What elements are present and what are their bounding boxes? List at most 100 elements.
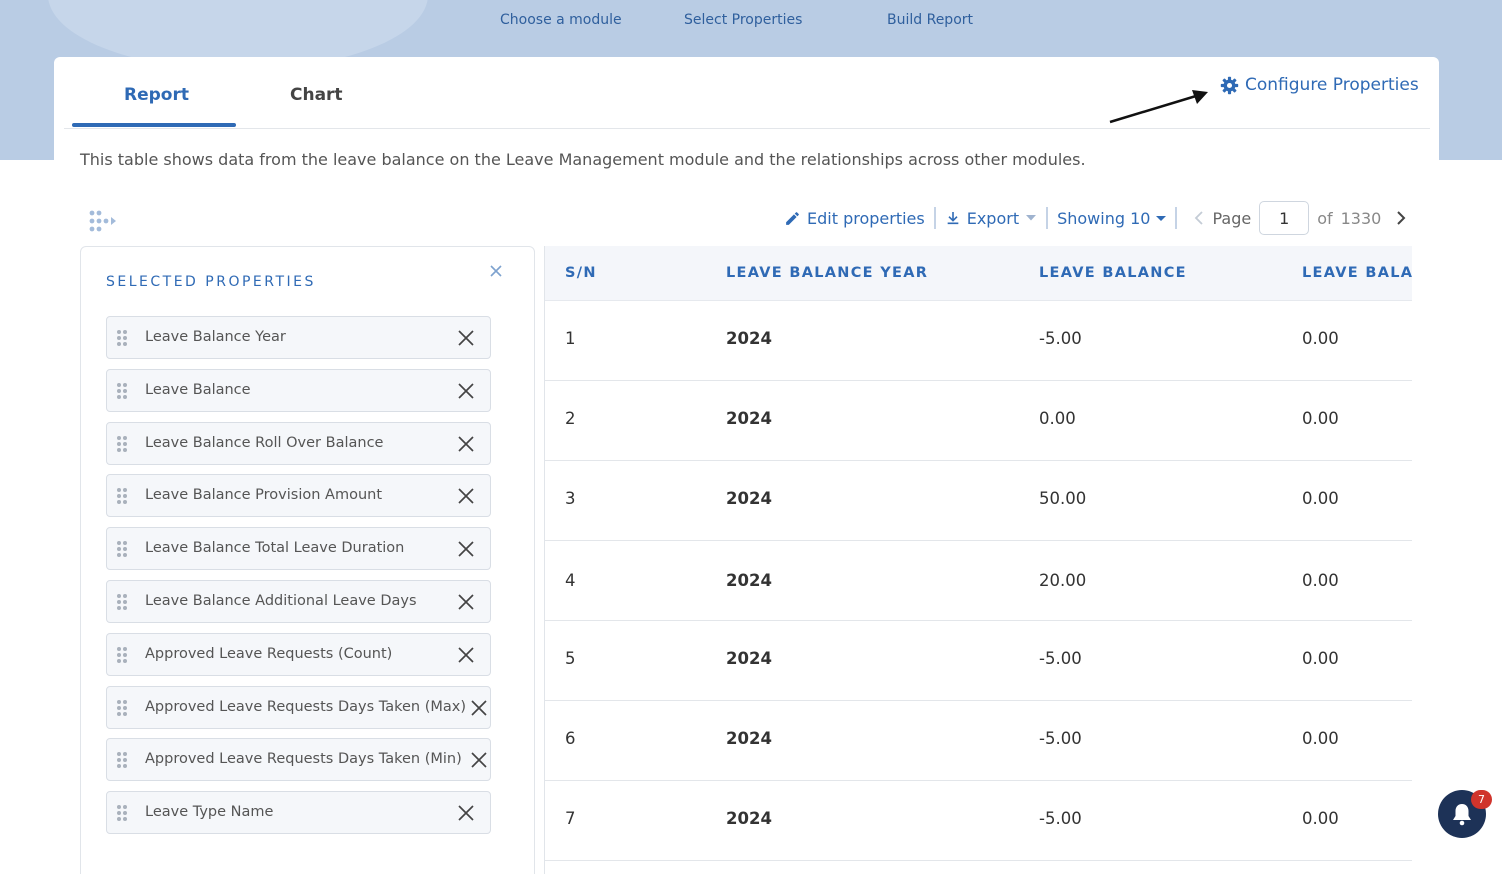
table-row[interactable]: 6 2024 -5.00 0.00 [545, 701, 1412, 781]
table-cell: -5.00 [1039, 809, 1082, 828]
panel-title: SELECTED PROPERTIES [106, 274, 316, 290]
table-row[interactable]: 5 2024 -5.00 0.00 [545, 621, 1412, 701]
tab-report[interactable]: Report [124, 85, 189, 105]
remove-property-icon[interactable] [469, 698, 489, 718]
drag-handle-icon[interactable] [116, 487, 128, 505]
step-build-report[interactable]: Build Report [887, 12, 973, 28]
table-cell: 0.00 [1302, 729, 1339, 748]
showing-dropdown[interactable]: Showing 10 [1057, 208, 1167, 228]
table-cell: 2024 [726, 329, 772, 348]
table-cell: 0.00 [1302, 649, 1339, 668]
drag-handle-icon[interactable] [116, 751, 128, 769]
edit-properties-label: Edit properties [807, 208, 925, 228]
selected-property-item[interactable]: Approved Leave Requests Days Taken (Min) [106, 738, 491, 782]
selected-property-item[interactable]: Leave Balance Provision Amount [106, 474, 491, 518]
remove-property-icon[interactable] [456, 803, 476, 823]
selected-property-item[interactable]: Leave Balance Roll Over Balance [106, 421, 491, 465]
export-label: Export [966, 208, 1020, 228]
selected-property-item[interactable]: Leave Balance [106, 368, 491, 412]
selected-property-item[interactable]: Approved Leave Requests (Count) [106, 632, 491, 676]
drag-handle-icon[interactable] [116, 382, 128, 400]
table-cell: -5.00 [1039, 329, 1082, 348]
remove-property-icon[interactable] [456, 486, 476, 506]
column-header-leave-balance[interactable]: LEAVE BALANCE [1039, 265, 1187, 281]
remove-property-icon[interactable] [456, 434, 476, 454]
drag-handle-icon[interactable] [116, 699, 128, 717]
showing-label: Showing 10 [1057, 208, 1151, 228]
table-row[interactable]: 1 2024 -5.00 0.00 [545, 301, 1412, 381]
drag-handle-icon[interactable] [116, 329, 128, 347]
table-cell: 2024 [726, 729, 772, 748]
remove-property-icon[interactable] [456, 645, 476, 665]
column-header-sn[interactable]: S/N [565, 265, 597, 281]
table-cell: 1 [565, 329, 576, 348]
tab-chart[interactable]: Chart [290, 85, 343, 105]
table-cell: 7 [565, 809, 576, 828]
table-cell: 20.00 [1039, 571, 1087, 590]
table-cell: 2024 [726, 809, 772, 828]
table-cell: 6 [565, 729, 576, 748]
table-cell: 5 [565, 649, 576, 668]
remove-property-icon[interactable] [456, 381, 476, 401]
drag-handle-icon[interactable] [116, 540, 128, 558]
selected-property-item[interactable]: Leave Type Name [106, 791, 491, 835]
table-row[interactable]: 7 2024 -5.00 0.00 [545, 781, 1412, 861]
column-header-leave-balance-roll-over[interactable]: LEAVE BALANCE ROLL OVER BALANCE [1302, 265, 1412, 281]
table-cell: 4 [565, 571, 576, 590]
column-header-leave-balance-year[interactable]: LEAVE BALANCE YEAR [726, 265, 928, 281]
table-cell: 2024 [726, 571, 772, 590]
table-cell: 0.00 [1302, 329, 1339, 348]
notification-badge: 7 [1471, 790, 1492, 809]
download-icon [947, 212, 959, 225]
step-select-properties[interactable]: Select Properties [684, 12, 802, 28]
table-row[interactable]: 4 2024 20.00 0.00 [545, 541, 1412, 621]
table-cell: 0.00 [1302, 571, 1339, 590]
page-number-input[interactable] [1259, 201, 1310, 235]
property-label: Leave Balance Roll Over Balance [145, 434, 384, 451]
property-label: Leave Balance [145, 381, 251, 398]
table-cell: 0.00 [1302, 809, 1339, 828]
export-dropdown[interactable]: Export [945, 209, 1037, 228]
step-choose-module[interactable]: Choose a module [500, 12, 622, 28]
panel-toggle-icon[interactable] [88, 209, 118, 235]
drag-handle-icon[interactable] [116, 804, 128, 822]
selected-property-item[interactable]: Leave Balance Year [106, 316, 491, 359]
report-card: Report Chart Configure Properties This t… [54, 57, 1439, 874]
toolbar-divider [1175, 207, 1178, 229]
table-cell: 2024 [726, 649, 772, 668]
property-label: Leave Balance Year [145, 329, 286, 345]
table-cell: 0.00 [1039, 409, 1076, 428]
property-label: Leave Type Name [145, 804, 274, 821]
table-cell: 2 [565, 409, 576, 428]
drag-handle-icon[interactable] [116, 593, 128, 611]
selected-property-item[interactable]: Leave Balance Additional Leave Days [106, 580, 491, 623]
of-label: of [1317, 208, 1333, 228]
table-cell: 0.00 [1302, 489, 1339, 508]
configure-properties-label: Configure Properties [1245, 75, 1419, 95]
edit-properties-button[interactable]: Edit properties [784, 209, 925, 228]
close-panel-icon[interactable] [486, 261, 506, 281]
chevron-left-icon[interactable] [1194, 211, 1204, 225]
drag-handle-icon[interactable] [116, 646, 128, 664]
drag-handle-icon[interactable] [116, 435, 128, 453]
selected-property-item[interactable]: Approved Leave Requests Days Taken (Max) [106, 685, 491, 729]
caret-down-icon [1026, 215, 1037, 221]
caret-down-icon [1156, 215, 1167, 221]
chevron-right-icon[interactable] [1395, 210, 1407, 226]
remove-property-icon[interactable] [456, 328, 476, 348]
table-row[interactable]: 2 2024 0.00 0.00 [545, 381, 1412, 461]
bell-icon [1453, 804, 1471, 826]
remove-property-icon[interactable] [456, 592, 476, 612]
property-label: Leave Balance Additional Leave Days [145, 593, 417, 609]
property-label: Approved Leave Requests Days Taken (Max) [145, 698, 466, 715]
remove-property-icon[interactable] [469, 750, 489, 770]
remove-property-icon[interactable] [456, 539, 476, 559]
pencil-icon [786, 211, 799, 225]
selected-property-item[interactable]: Leave Balance Total Leave Duration [106, 527, 491, 571]
table-cell: 50.00 [1039, 489, 1087, 508]
configure-properties-button[interactable]: Configure Properties [1220, 75, 1419, 95]
table-row[interactable]: 3 2024 50.00 0.00 [545, 461, 1412, 541]
table-cell: -5.00 [1039, 649, 1082, 668]
total-pages: 1330 [1340, 208, 1382, 228]
report-table: S/N LEAVE BALANCE YEAR LEAVE BALANCE LEA… [544, 246, 1412, 874]
